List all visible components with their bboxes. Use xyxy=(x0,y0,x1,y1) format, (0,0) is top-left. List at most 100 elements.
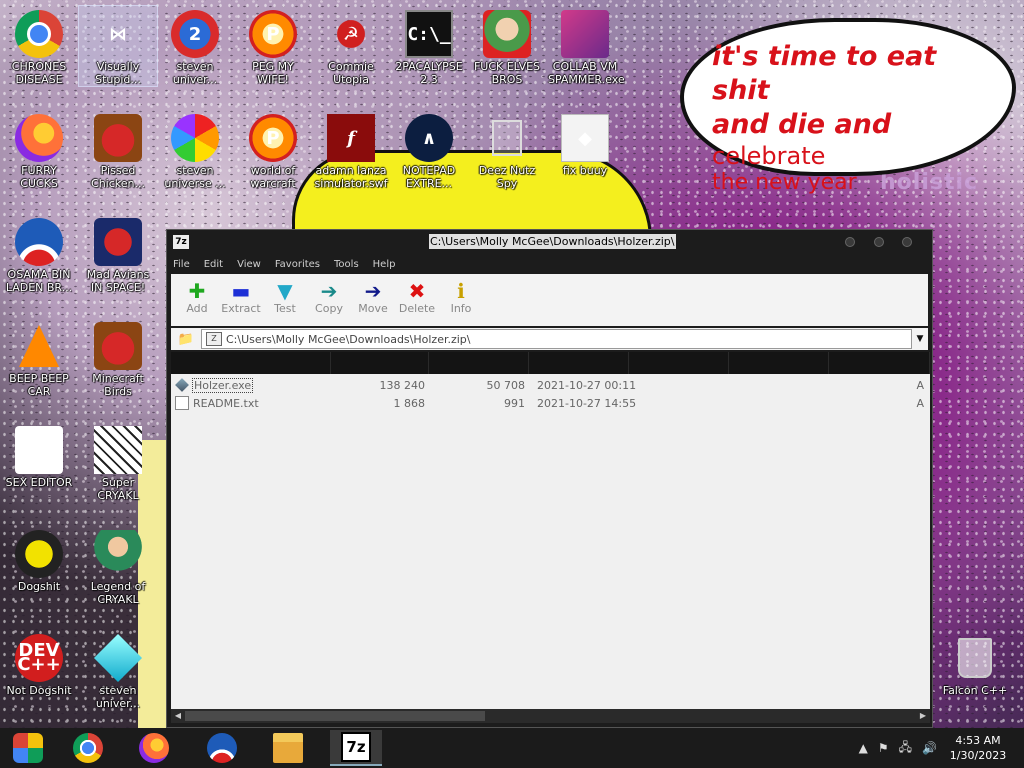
desktop-icon-fuck-elves-bros[interactable]: FUCK ELVES BROS xyxy=(468,6,546,86)
maximize-button[interactable] xyxy=(874,237,884,247)
menu-tools[interactable]: Tools xyxy=(334,259,359,270)
menu-file[interactable]: File xyxy=(173,259,190,270)
file-packed-size: 50 708 xyxy=(486,378,526,392)
desktop-icon-adamn-lanza-simulator[interactable]: f adamn lanza simulator.swf xyxy=(312,110,390,190)
desktop-icon-not-dogshit[interactable]: DEV C++ Not Dogshit xyxy=(0,630,78,697)
desktop-icon-steven-universe-1[interactable]: 2 steven univer... xyxy=(156,6,234,86)
desktop-icon-beep-beep-car[interactable]: BEEP BEEP CAR xyxy=(0,318,78,398)
desktop-icon-label: Dogshit xyxy=(17,580,61,593)
delete-button[interactable]: ✖ Delete xyxy=(395,274,439,315)
vlc-cone-icon xyxy=(15,322,63,370)
desktop-icon-osama-bin-laden[interactable]: OSAMA BIN LADEN BR... xyxy=(0,214,78,294)
taskbar-firefox[interactable] xyxy=(128,730,180,766)
window-titlebar[interactable]: 7z C:\Users\Molly McGee\Downloads\Holzer… xyxy=(167,230,932,254)
menu-help[interactable]: Help xyxy=(373,259,396,270)
plus-icon: ✚ xyxy=(188,279,206,303)
desktop-icon-steven-universe-2[interactable]: steven universe ... xyxy=(156,110,234,190)
minimize-button[interactable] xyxy=(845,237,855,247)
column-header-modified[interactable] xyxy=(529,352,629,374)
column-header-size[interactable] xyxy=(331,352,429,374)
desktop-icon-mad-avians[interactable]: Mad Avians IN SPACE! xyxy=(79,214,157,294)
taskbar-file-explorer[interactable] xyxy=(262,730,314,766)
move-label: Move xyxy=(358,302,388,315)
move-arrow-icon: ➔ xyxy=(364,279,382,303)
desktop-icon-label: Falcon C++ xyxy=(942,684,1008,697)
desktop-icon-super-cryakl[interactable]: Super CRYAKL xyxy=(79,422,157,502)
desktop-icon-pissed-chicken[interactable]: Pissed Chicken... xyxy=(79,110,157,190)
taskbar-chrome[interactable] xyxy=(62,730,114,766)
hxd-icon: HxD xyxy=(15,426,63,474)
menu-view[interactable]: View xyxy=(237,259,261,270)
add-button[interactable]: ✚ Add xyxy=(175,274,219,315)
desktop-icon-sex-editor[interactable]: HxD SEX EDITOR xyxy=(0,422,78,489)
desktop-icon-notepad-extreme[interactable]: ∧ NOTEPAD EXTRE... xyxy=(390,110,468,190)
desktop-icon-deez-nutz-spy[interactable]: Deez Nutz Spy xyxy=(468,110,546,190)
desktop-icon-peg-my-wife[interactable]: P PEG MY WIFE! xyxy=(234,6,312,86)
column-header-accessed[interactable] xyxy=(729,352,829,374)
taskbar-obama[interactable] xyxy=(196,730,248,766)
desktop-icon-fix-buuy[interactable]: ◆ fix buuy xyxy=(546,110,624,177)
path-input[interactable]: Z C:\Users\Molly McGee\Downloads\Holzer.… xyxy=(201,329,912,349)
collab-vm-icon xyxy=(561,10,609,58)
desktop-icon-visually-stupid[interactable]: ⋈ Visually Stupid... xyxy=(78,5,158,87)
copy-button[interactable]: ➔ Copy xyxy=(307,274,351,315)
column-header-packed[interactable] xyxy=(429,352,529,374)
volume-icon[interactable]: 🔊 xyxy=(922,741,937,755)
desktop-icon-2pacalypse[interactable]: C:\_ 2PACALYPSE 2.3 xyxy=(390,6,468,86)
desktop-icon-collab-vm-spammer[interactable]: COLLAB VM SPAMMER.exe xyxy=(546,6,625,86)
firefox-icon xyxy=(15,114,63,162)
bubble-line-2b: celebrate xyxy=(712,142,826,170)
flag-icon[interactable]: ⚑ xyxy=(878,741,889,755)
menu-favorites[interactable]: Favorites xyxy=(275,259,320,270)
column-header-name[interactable] xyxy=(171,352,331,374)
menu-edit[interactable]: Edit xyxy=(204,259,223,270)
desktop-icon-chrones-disease[interactable]: CHRONES DISEASE xyxy=(0,6,78,86)
chevron-up-icon[interactable]: ▲ xyxy=(859,741,868,755)
extract-label: Extract xyxy=(221,302,261,315)
move-button[interactable]: ➔ Move xyxy=(351,274,395,315)
desktop-icon-label: steven universe ... xyxy=(164,164,226,190)
desktop-icon-commie-utopia[interactable]: ☭ Commie Utopia xyxy=(312,6,390,86)
desktop-icon-minecraft-birds[interactable]: Minecraft Birds xyxy=(79,318,157,398)
taskbar-7zip[interactable]: 7z xyxy=(330,730,382,766)
clock[interactable]: 4:53 AM 1/30/2023 xyxy=(942,733,1014,763)
extract-button[interactable]: ▬ Extract xyxy=(219,274,263,315)
taskbar: 7z ▲ ⚑ 🖧 🔊 4:53 AM 1/30/2023 xyxy=(0,728,1024,768)
info-label: Info xyxy=(450,302,472,315)
up-folder-button[interactable]: 📁 xyxy=(171,329,201,349)
info-button[interactable]: ℹ Info xyxy=(439,274,483,315)
file-row-readme-txt[interactable]: README.txt 1 868 991 2021-10-27 14:55 A xyxy=(171,394,930,412)
visual-studio-icon: ⋈ xyxy=(109,23,127,45)
desktop-icon-world-of-warcraft[interactable]: Pworld of warcraft xyxy=(234,110,312,190)
7zip-app-icon[interactable]: 7z xyxy=(173,235,189,249)
diamond-icon xyxy=(93,633,143,683)
desktop-icon-label: Mad Avians IN SPACE! xyxy=(86,268,150,294)
start-icon xyxy=(13,733,43,763)
file-row-holzer-exe[interactable]: Holzer.exe 138 240 50 708 2021-10-27 00:… xyxy=(171,376,930,394)
path-dropdown-button[interactable]: ▼ xyxy=(912,334,928,344)
close-button[interactable] xyxy=(902,237,912,247)
steven-universe-icon: 2 xyxy=(171,10,219,58)
desktop-icon-falcon-cpp[interactable]: Falcon C++ xyxy=(936,630,1014,697)
start-button[interactable] xyxy=(2,730,54,766)
codeblocks-icon xyxy=(15,530,63,578)
column-header-created[interactable] xyxy=(629,352,729,374)
scroll-left-icon[interactable]: ◀ xyxy=(171,709,185,723)
firefox-icon xyxy=(139,733,169,763)
desktop-icon-furry-cucks[interactable]: FURRY CUCKS xyxy=(0,110,78,190)
check-icon: ▼ xyxy=(277,279,293,303)
toolbar: ✚ Add ▬ Extract ▼ Test ➔ Copy ➔ Move ✖ Delete … xyxy=(171,274,928,326)
file-modified: 2021-10-27 14:55 xyxy=(537,396,637,410)
speech-bubble: it's time to eat shit and die and celebr… xyxy=(680,18,1016,195)
test-button[interactable]: ▼ Test xyxy=(263,274,307,315)
column-header-attributes[interactable] xyxy=(829,352,930,374)
desktop-icon-legend-of-cryakl[interactable]: Legend of CRYAKL xyxy=(79,526,157,606)
desktop-icon-label: steven univer... xyxy=(95,684,141,710)
scroll-right-icon[interactable]: ▶ xyxy=(916,709,930,723)
scrollbar-thumb[interactable] xyxy=(185,711,485,721)
desktop-icon-label: Visually Stupid... xyxy=(95,60,141,86)
desktop-icon-dogshit[interactable]: Dogshit xyxy=(0,526,78,593)
desktop-icon-steven-universe-3[interactable]: steven univer... xyxy=(79,630,157,710)
network-icon[interactable]: 🖧 xyxy=(899,738,912,759)
horizontal-scrollbar[interactable]: ◀ ▶ xyxy=(171,709,930,723)
